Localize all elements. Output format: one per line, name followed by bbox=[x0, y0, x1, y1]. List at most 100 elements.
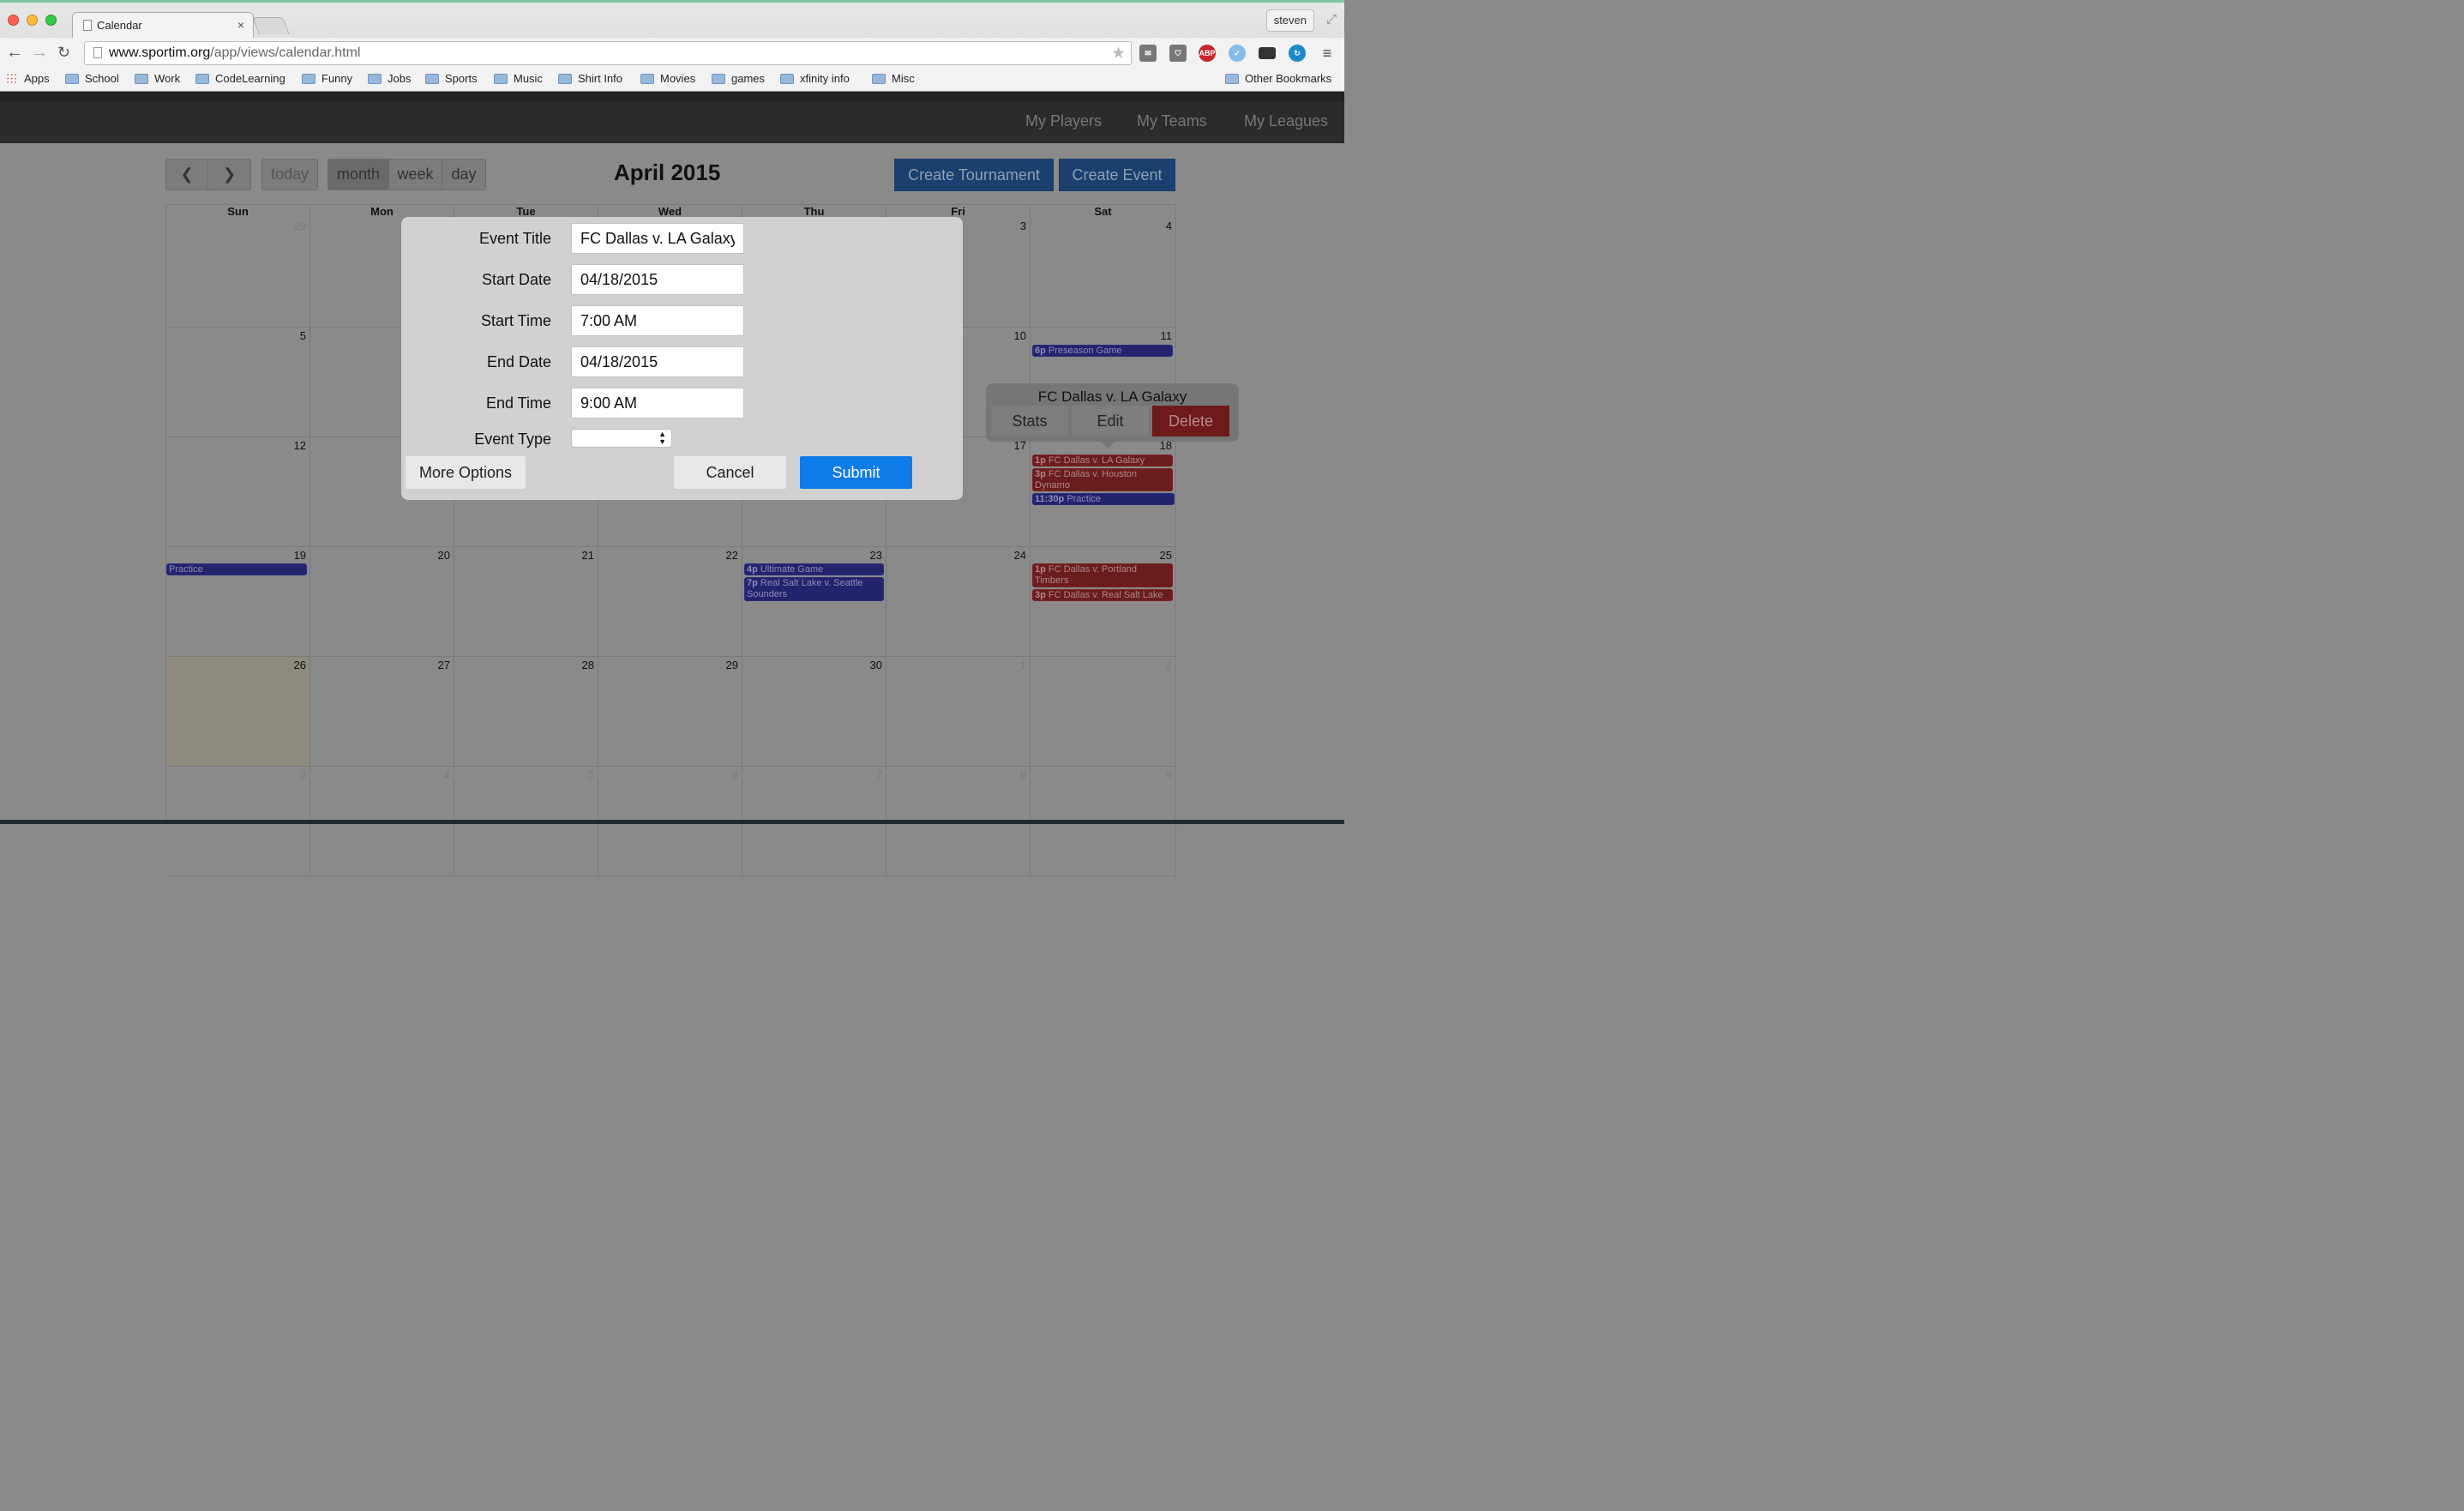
new-tab-button[interactable] bbox=[252, 17, 290, 34]
day-cell[interactable]: 29 bbox=[598, 657, 742, 767]
url-text[interactable]: www.sportim.org/app/views/calendar.html bbox=[109, 45, 360, 61]
fullscreen-icon[interactable]: ⤢ bbox=[1326, 12, 1337, 27]
zoom-window-icon[interactable] bbox=[45, 15, 57, 26]
bookmark-label: Music bbox=[514, 72, 543, 85]
day-cell[interactable]: 27 bbox=[310, 657, 454, 767]
back-icon[interactable]: ← bbox=[6, 43, 23, 63]
event-time: 7p bbox=[747, 578, 758, 588]
day-cell[interactable]: 5 bbox=[166, 328, 310, 437]
day-number: 11 bbox=[1160, 329, 1173, 342]
calendar-event[interactable]: 6p Preseason Game bbox=[1032, 345, 1173, 357]
day-cell[interactable]: 1 bbox=[886, 657, 1031, 767]
end-date-input[interactable] bbox=[571, 346, 744, 377]
event-type-select[interactable]: ▲ ▼ bbox=[571, 429, 672, 448]
bookmark-folder-other[interactable]: Other Bookmarks bbox=[1225, 72, 1331, 85]
more-options-button[interactable]: More Options bbox=[406, 456, 526, 489]
bookmark-folder-music[interactable]: Music bbox=[494, 72, 543, 85]
day-cell[interactable]: 12 bbox=[166, 437, 310, 547]
event-title: Practice bbox=[1067, 494, 1102, 504]
view-month-button[interactable]: month bbox=[328, 159, 389, 190]
day-cell[interactable]: 20 bbox=[310, 547, 454, 657]
day-number: 8 bbox=[1019, 768, 1026, 781]
event-time: 3p bbox=[1035, 469, 1046, 479]
mail-icon[interactable]: ✉ bbox=[1139, 45, 1157, 62]
edit-button[interactable]: Edit bbox=[1072, 406, 1149, 436]
day-cell[interactable]: 4 bbox=[1031, 218, 1176, 328]
bookmark-folder-funny[interactable]: Funny bbox=[302, 72, 352, 85]
create-event-button[interactable]: Create Event bbox=[1059, 159, 1175, 191]
adblock-icon[interactable]: ABP bbox=[1199, 45, 1216, 62]
bookmark-label: Apps bbox=[24, 72, 50, 85]
vimeo-icon[interactable]: ✓ bbox=[1229, 45, 1246, 62]
delete-button[interactable]: Delete bbox=[1152, 406, 1229, 436]
calendar-event[interactable]: 3p FC Dallas v. Houston Dynamo bbox=[1032, 468, 1173, 491]
view-week-button[interactable]: week bbox=[389, 159, 442, 190]
bookmark-folder-codelearning[interactable]: CodeLearning bbox=[195, 72, 285, 85]
menu-icon[interactable]: ≡ bbox=[1319, 45, 1336, 62]
view-day-button[interactable]: day bbox=[442, 159, 486, 190]
calendar-event[interactable]: 1p FC Dallas v. Portland Timbers bbox=[1032, 563, 1173, 587]
forward-icon[interactable]: → bbox=[31, 43, 48, 63]
bookmark-label: Movies bbox=[660, 72, 696, 85]
calendar-event[interactable]: 3p FC Dallas v. Real Salt Lake bbox=[1032, 589, 1173, 601]
day-cell[interactable]: 26 bbox=[166, 657, 310, 767]
bookmark-folder-school[interactable]: School bbox=[65, 72, 119, 85]
calendar-event[interactable]: 1p FC Dallas v. LA Galaxy bbox=[1032, 455, 1173, 467]
apps-grid-icon bbox=[6, 73, 17, 84]
terminal-icon[interactable] bbox=[1259, 47, 1276, 59]
day-cell[interactable]: 29 bbox=[166, 218, 310, 328]
day-cell[interactable]: 24 bbox=[886, 547, 1031, 657]
cancel-button[interactable]: Cancel bbox=[674, 456, 786, 489]
prev-month-button[interactable]: ❮ bbox=[165, 159, 208, 190]
close-window-icon[interactable] bbox=[8, 15, 19, 26]
window-bottom-edge bbox=[0, 820, 1344, 824]
create-tournament-button[interactable]: Create Tournament bbox=[894, 159, 1054, 191]
pocket-icon[interactable]: ⛉ bbox=[1169, 45, 1187, 62]
calendar-event[interactable]: 11:30p Practice bbox=[1032, 493, 1175, 505]
bookmark-star-icon[interactable]: ★ bbox=[1111, 44, 1126, 63]
page-info-icon bbox=[93, 47, 102, 58]
calendar-event[interactable]: 7p Real Salt Lake v. Seattle Sounders bbox=[744, 577, 884, 601]
nav-my-leagues[interactable]: My Leagues bbox=[1244, 112, 1328, 130]
end-time-input[interactable] bbox=[571, 388, 744, 418]
today-button[interactable]: today bbox=[261, 159, 318, 190]
submit-button[interactable]: Submit bbox=[800, 456, 912, 489]
chevron-right-icon: ❯ bbox=[222, 166, 237, 183]
bookmark-folder-movies[interactable]: Movies bbox=[640, 72, 695, 85]
next-month-button[interactable]: ❯ bbox=[208, 159, 251, 190]
bookmark-folder-sports[interactable]: Sports bbox=[425, 72, 478, 85]
page-icon bbox=[83, 20, 92, 31]
day-cell[interactable]: 21 bbox=[454, 547, 598, 657]
tab-close-icon[interactable]: × bbox=[237, 18, 244, 32]
bookmark-folder-xfinity-info[interactable]: xfinity info bbox=[780, 72, 850, 85]
day-cell[interactable]: 22 bbox=[598, 547, 742, 657]
start-time-input[interactable] bbox=[571, 305, 744, 336]
nav-my-players[interactable]: My Players bbox=[1025, 112, 1102, 130]
bookmark-folder-jobs[interactable]: Jobs bbox=[368, 72, 411, 85]
day-cell[interactable]: 28 bbox=[454, 657, 598, 767]
day-cell[interactable]: 2 bbox=[1031, 657, 1176, 767]
bookmark-folder-shirt-info[interactable]: Shirt Info bbox=[558, 72, 622, 85]
address-bar[interactable]: www.sportim.org/app/views/calendar.html … bbox=[84, 41, 1132, 65]
start-date-input[interactable] bbox=[571, 264, 744, 295]
event-title-input[interactable] bbox=[571, 223, 744, 254]
day-cell[interactable]: 30 bbox=[742, 657, 886, 767]
url-host: www.sportim.org bbox=[109, 45, 211, 60]
reload-icon[interactable]: ↻ bbox=[57, 44, 70, 62]
bookmark-folder-games[interactable]: games bbox=[712, 72, 765, 85]
event-title: Preseason Game bbox=[1048, 346, 1122, 356]
stats-button[interactable]: Stats bbox=[991, 406, 1068, 436]
nav-my-teams[interactable]: My Teams bbox=[1137, 112, 1207, 130]
bookmark-apps[interactable]: Apps bbox=[6, 72, 50, 85]
calendar-event[interactable]: Practice bbox=[166, 563, 307, 575]
bookmark-folder-work[interactable]: Work bbox=[135, 72, 180, 85]
day-number: 26 bbox=[293, 659, 306, 671]
browser-tab[interactable]: Calendar × bbox=[72, 12, 254, 38]
bookmark-label: Other Bookmarks bbox=[1245, 72, 1332, 85]
sync-icon[interactable]: ↻ bbox=[1289, 45, 1306, 62]
profile-button[interactable]: steven bbox=[1265, 9, 1314, 32]
calendar-event[interactable]: 4p Ultimate Game bbox=[744, 563, 884, 575]
bookmark-label: Misc bbox=[892, 72, 915, 85]
bookmark-folder-misc[interactable]: Misc bbox=[872, 72, 915, 85]
minimize-window-icon[interactable] bbox=[27, 15, 38, 26]
